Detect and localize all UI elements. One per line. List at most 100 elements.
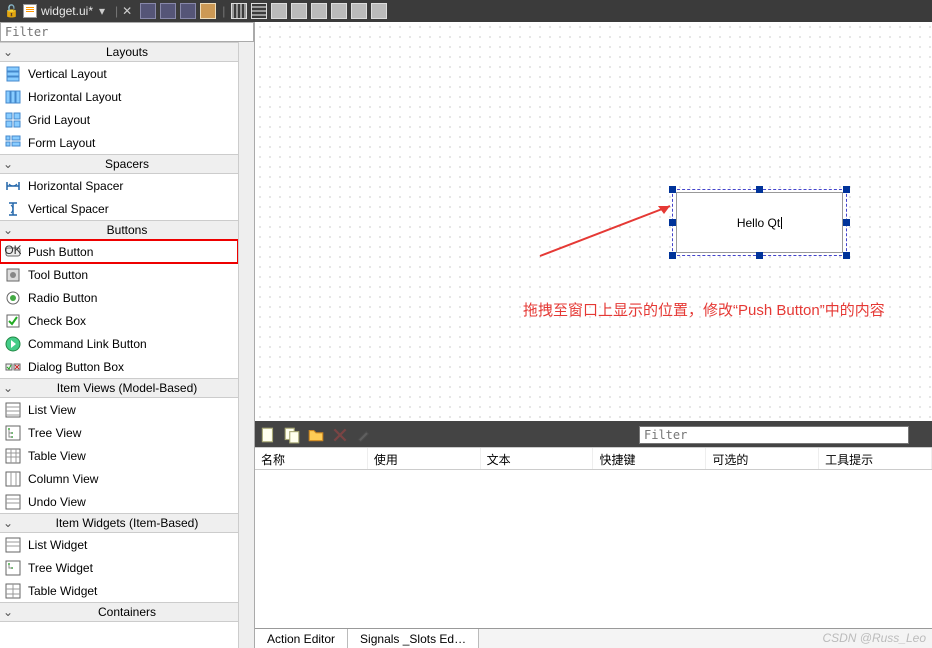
horizontal-spacer-icon: [4, 178, 22, 194]
tree-view-icon: [4, 425, 22, 441]
column-view-icon: [4, 471, 22, 487]
dropdown-caret-icon[interactable]: ▾: [99, 4, 105, 18]
col-use[interactable]: 使用: [368, 448, 481, 469]
push-button-instance[interactable]: Hello Qt: [676, 192, 843, 253]
check-box-icon: [4, 313, 22, 329]
category-containers[interactable]: ⌄ Containers: [0, 602, 238, 622]
layout-v-icon[interactable]: [251, 3, 267, 19]
grid-layout-icon: [4, 112, 22, 128]
category-item-views[interactable]: ⌄ Item Views (Model-Based): [0, 378, 238, 398]
chevron-down-icon: ⌄: [0, 381, 16, 395]
toolbar-btn-4[interactable]: [200, 3, 216, 19]
category-buttons[interactable]: ⌄ Buttons: [0, 220, 238, 240]
resize-handle-ne[interactable]: [843, 186, 850, 193]
category-item-widgets[interactable]: ⌄ Item Widgets (Item-Based): [0, 513, 238, 533]
list-view-icon: [4, 402, 22, 418]
scrollbar[interactable]: [238, 42, 254, 648]
dialog-button-box-icon: [4, 359, 22, 375]
widget-undo-view[interactable]: Undo View: [0, 490, 238, 513]
col-shortcut[interactable]: 快捷键: [593, 448, 706, 469]
col-tooltip[interactable]: 工具提示: [819, 448, 932, 469]
widget-tree-view[interactable]: Tree View: [0, 421, 238, 444]
category-layouts[interactable]: ⌄ Layouts: [0, 42, 238, 62]
action-toolbar: [255, 423, 932, 447]
widget-filter[interactable]: [0, 22, 254, 42]
resize-handle-sw[interactable]: [669, 252, 676, 259]
delete-icon[interactable]: [331, 426, 349, 444]
layout-grid2-icon[interactable]: [311, 3, 327, 19]
widget-tree-widget[interactable]: Tree Widget: [0, 556, 238, 579]
action-filter-input[interactable]: [639, 426, 909, 444]
widget-filter-input[interactable]: [1, 23, 253, 41]
tab-signals-slots[interactable]: Signals _Slots Ed…: [348, 629, 479, 648]
widget-list-view[interactable]: List View: [0, 398, 238, 421]
close-icon[interactable]: ✕: [122, 4, 132, 18]
layout-vsplit-icon[interactable]: [291, 3, 307, 19]
category-spacers[interactable]: ⌄ Spacers: [0, 154, 238, 174]
chevron-down-icon: ⌄: [0, 605, 16, 619]
lock-icon: 🔓: [4, 4, 19, 18]
widget-horizontal-spacer[interactable]: Horizontal Spacer: [0, 174, 238, 197]
tab-action-editor[interactable]: Action Editor: [255, 629, 348, 648]
action-filter[interactable]: [639, 426, 909, 444]
widget-check-box[interactable]: Check Box: [0, 309, 238, 332]
layout-break-icon[interactable]: [371, 3, 387, 19]
separator: |: [115, 4, 118, 18]
widget-push-button[interactable]: OKPush Button: [0, 240, 238, 263]
chevron-down-icon: ⌄: [0, 516, 16, 530]
widget-vertical-spacer[interactable]: Vertical Spacer: [0, 197, 238, 220]
folder-icon[interactable]: [307, 426, 325, 444]
widget-tool-button[interactable]: Tool Button: [0, 263, 238, 286]
table-view-icon: [4, 448, 22, 464]
chevron-down-icon: ⌄: [0, 223, 16, 237]
widget-command-link-button[interactable]: Command Link Button: [0, 332, 238, 355]
settings-icon[interactable]: [355, 426, 373, 444]
copy-action-icon[interactable]: [283, 426, 301, 444]
form-canvas[interactable]: Hello Qt 拖拽至窗口上显示的位置，修改“Push Button”中的内容: [255, 22, 932, 423]
text-caret: [781, 217, 782, 229]
layout-h-icon[interactable]: [231, 3, 247, 19]
toolbar-btn-2[interactable]: [160, 3, 176, 19]
widget-grid-layout[interactable]: Grid Layout: [0, 108, 238, 131]
resize-handle-e[interactable]: [843, 219, 850, 226]
widget-list-widget[interactable]: List Widget: [0, 533, 238, 556]
radio-button-icon: [4, 290, 22, 306]
widget-table-view[interactable]: Table View: [0, 444, 238, 467]
col-name[interactable]: 名称: [255, 448, 368, 469]
col-text[interactable]: 文本: [481, 448, 594, 469]
widget-vertical-layout[interactable]: Vertical Layout: [0, 62, 238, 85]
widget-form-layout[interactable]: Form Layout: [0, 131, 238, 154]
action-table: 名称 使用 文本 快捷键 可选的 工具提示: [255, 447, 932, 628]
resize-handle-s[interactable]: [756, 252, 763, 259]
new-action-icon[interactable]: [259, 426, 277, 444]
titlebar: 🔓 widget.ui* ▾ | ✕ |: [0, 0, 932, 22]
col-checkable[interactable]: 可选的: [706, 448, 819, 469]
separator: |: [222, 4, 225, 18]
widget-box-panel: ⌄ Layouts Vertical Layout Horizontal Lay…: [0, 22, 255, 648]
widget-dialog-button-box[interactable]: Dialog Button Box: [0, 355, 238, 378]
file-icon: [23, 4, 37, 18]
resize-handle-n[interactable]: [756, 186, 763, 193]
command-link-icon: [4, 336, 22, 352]
widget-column-view[interactable]: Column View: [0, 467, 238, 490]
resize-handle-nw[interactable]: [669, 186, 676, 193]
action-table-header: 名称 使用 文本 快捷键 可选的 工具提示: [255, 448, 932, 470]
table-widget-icon: [4, 583, 22, 599]
resize-handle-se[interactable]: [843, 252, 850, 259]
resize-handle-w[interactable]: [669, 219, 676, 226]
file-name: widget.ui*: [41, 4, 93, 18]
widget-horizontal-layout[interactable]: Horizontal Layout: [0, 85, 238, 108]
toolbar-btn-3[interactable]: [180, 3, 196, 19]
svg-text:OK: OK: [5, 244, 21, 257]
layout-hsplit-icon[interactable]: [271, 3, 287, 19]
toolbar-btn-1[interactable]: [140, 3, 156, 19]
vertical-spacer-icon: [4, 201, 22, 217]
widget-table-widget[interactable]: Table Widget: [0, 579, 238, 602]
push-button-icon: OK: [4, 244, 22, 260]
widget-radio-button[interactable]: Radio Button: [0, 286, 238, 309]
layout-grid-icon[interactable]: [331, 3, 347, 19]
layout-form-icon[interactable]: [351, 3, 367, 19]
bottom-tabs: Action Editor Signals _Slots Ed… CSDN @R…: [255, 628, 932, 648]
chevron-down-icon: ⌄: [0, 45, 16, 59]
undo-view-icon: [4, 494, 22, 510]
